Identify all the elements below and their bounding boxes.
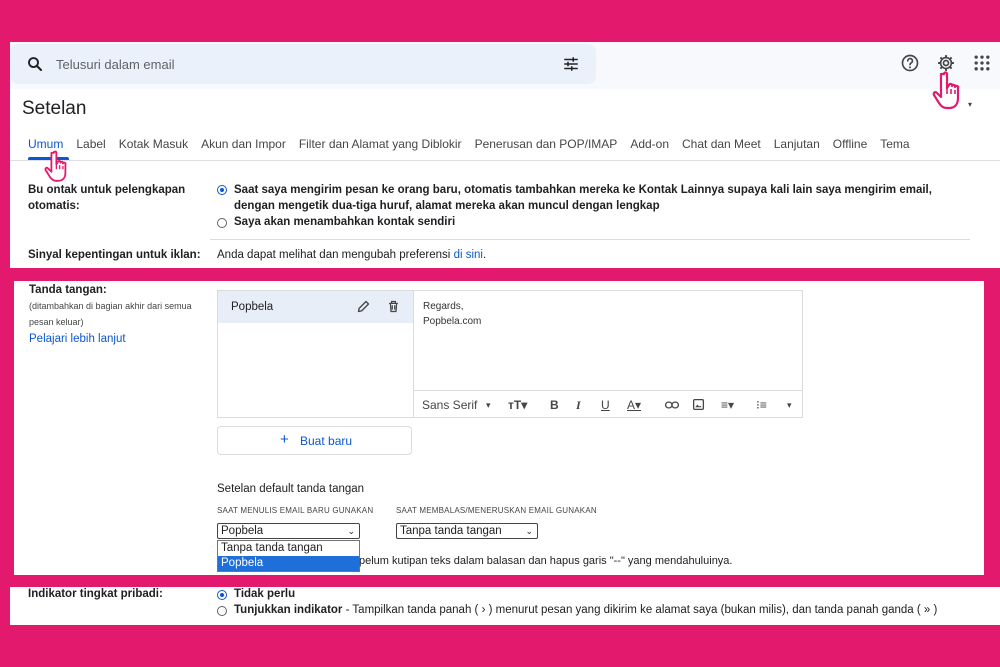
signature-editor[interactable]: Regards, Popbela.com Sans Serif ▾ тT▾ B … xyxy=(413,290,803,418)
search-bar[interactable]: Telusuri dalam email xyxy=(10,44,596,84)
text-color-icon[interactable]: A▾ xyxy=(627,398,641,412)
page-title: Setelan xyxy=(22,98,87,119)
chevron-down-icon[interactable]: ▾ xyxy=(968,100,972,109)
tabs-divider xyxy=(10,160,1000,161)
help-icon[interactable] xyxy=(900,53,920,73)
indicator-off-radio[interactable] xyxy=(217,590,227,600)
indicator-label: Indikator tingkat pribadi: xyxy=(28,588,163,600)
settings-tabs: Umum Label Kotak Masuk Akun dan Impor Fi… xyxy=(28,136,923,152)
font-size-icon[interactable]: тT▾ xyxy=(508,398,527,412)
formatting-toolbar: Sans Serif ▾ тT▾ B I U A▾ ≡▾ ⁝≡ ▾ xyxy=(414,390,802,418)
tab-kotak-masuk[interactable]: Kotak Masuk xyxy=(119,136,188,152)
tab-tema[interactable]: Tema xyxy=(880,136,909,152)
chevron-down-icon: ⌄ xyxy=(525,526,533,536)
chevron-down-icon[interactable]: ▾ xyxy=(486,400,491,411)
ads-link[interactable]: di sini xyxy=(454,249,483,261)
apps-icon[interactable] xyxy=(972,53,992,73)
bold-icon[interactable]: B xyxy=(550,398,559,412)
image-icon[interactable] xyxy=(692,398,705,411)
more-formatting-icon[interactable]: ▾ xyxy=(787,400,792,411)
insert-signature-text: pelum kutipan teks dalam balasan dan hap… xyxy=(359,555,733,567)
contacts-label: Bu ontak untuk pelengkapan otomatis: xyxy=(28,184,186,212)
tab-filter[interactable]: Filter dan Alamat yang Diblokir xyxy=(299,136,462,152)
new-email-signature-select[interactable]: Popbela ⌄ xyxy=(217,523,360,539)
signature-item[interactable]: Popbela xyxy=(218,291,413,323)
tab-penerusan[interactable]: Penerusan dan POP/IMAP xyxy=(475,136,618,152)
contacts-manual-radio[interactable] xyxy=(217,218,227,228)
indicator-on-option[interactable]: Tunjukkan indikator - Tampilkan tanda pa… xyxy=(234,602,937,618)
tab-chat-dan-meet[interactable]: Chat dan Meet xyxy=(682,136,761,152)
indicator-section: Indikator tingkat pribadi: Tidak perlu T… xyxy=(10,587,1000,625)
search-input[interactable]: Telusuri dalam email xyxy=(56,57,175,72)
search-icon[interactable] xyxy=(26,55,44,73)
ads-label: Sinyal kepentingan untuk iklan: xyxy=(28,249,201,261)
settings-header-pane: Telusuri dalam email ▾ Setelan Umum Labe… xyxy=(10,42,1000,268)
tab-offline[interactable]: Offline xyxy=(833,136,867,152)
signature-body[interactable]: Regards, Popbela.com xyxy=(423,299,481,329)
signature-list: Popbela xyxy=(217,290,413,418)
pencil-icon[interactable] xyxy=(356,299,371,314)
hand-cursor-icon xyxy=(932,71,960,110)
indicator-off-option[interactable]: Tidak perlu xyxy=(234,586,295,602)
contacts-auto-option[interactable]: Saat saya mengirim pesan ke orang baru, … xyxy=(234,182,974,214)
learn-more-link[interactable]: Pelajari lebih lanjut xyxy=(29,331,126,347)
signature-section: Tanda tangan: (ditambahkan di bagian akh… xyxy=(14,281,984,575)
contacts-manual-option[interactable]: Saya akan menambahkan kontak sendiri xyxy=(234,214,455,230)
contacts-auto-radio[interactable] xyxy=(217,185,227,195)
ads-text: Anda dapat melihat dan mengubah preferen… xyxy=(217,249,487,261)
tab-akun-dan-impor[interactable]: Akun dan Impor xyxy=(201,136,286,152)
reply-signature-select[interactable]: Tanpa tanda tangan ⌄ xyxy=(396,523,538,539)
chevron-down-icon: ⌄ xyxy=(347,526,355,536)
dropdown-option[interactable]: Tanpa tanda tangan xyxy=(218,541,359,556)
new-signature-label: Buat baru xyxy=(300,434,353,448)
indicator-on-radio[interactable] xyxy=(217,606,227,616)
hand-cursor-icon xyxy=(44,150,67,182)
font-family-select[interactable]: Sans Serif xyxy=(422,398,477,412)
numbered-list-icon[interactable]: ⁝≡ xyxy=(756,398,767,412)
trash-icon[interactable] xyxy=(386,299,401,314)
signature-sub-label: (ditambahkan di bagian akhir dari semua … xyxy=(29,301,192,327)
signature-dropdown-list: Tanpa tanda tangan Popbela xyxy=(217,540,360,572)
tab-add-on[interactable]: Add-on xyxy=(630,136,669,152)
italic-icon[interactable]: I xyxy=(576,398,581,413)
signature-defaults-title: Setelan default tanda tangan xyxy=(217,483,365,495)
link-icon[interactable] xyxy=(665,399,679,411)
dropdown-option-selected[interactable]: Popbela xyxy=(218,556,359,571)
tune-icon[interactable] xyxy=(562,55,580,73)
plus-icon: + xyxy=(280,431,289,448)
new-signature-button[interactable]: + Buat baru xyxy=(217,426,412,455)
reply-caption: SAAT MEMBALAS/MENERUSKAN EMAIL GUNAKAN xyxy=(396,506,597,515)
align-icon[interactable]: ≡▾ xyxy=(721,398,734,412)
tab-label[interactable]: Label xyxy=(76,136,105,152)
tab-lanjutan[interactable]: Lanjutan xyxy=(774,136,820,152)
signature-item-name: Popbela xyxy=(231,301,274,313)
signature-label: Tanda tangan: xyxy=(29,284,107,296)
section-divider xyxy=(210,239,970,240)
underline-icon[interactable]: U xyxy=(601,398,610,412)
new-email-caption: SAAT MENULIS EMAIL BARU GUNAKAN xyxy=(217,506,374,515)
